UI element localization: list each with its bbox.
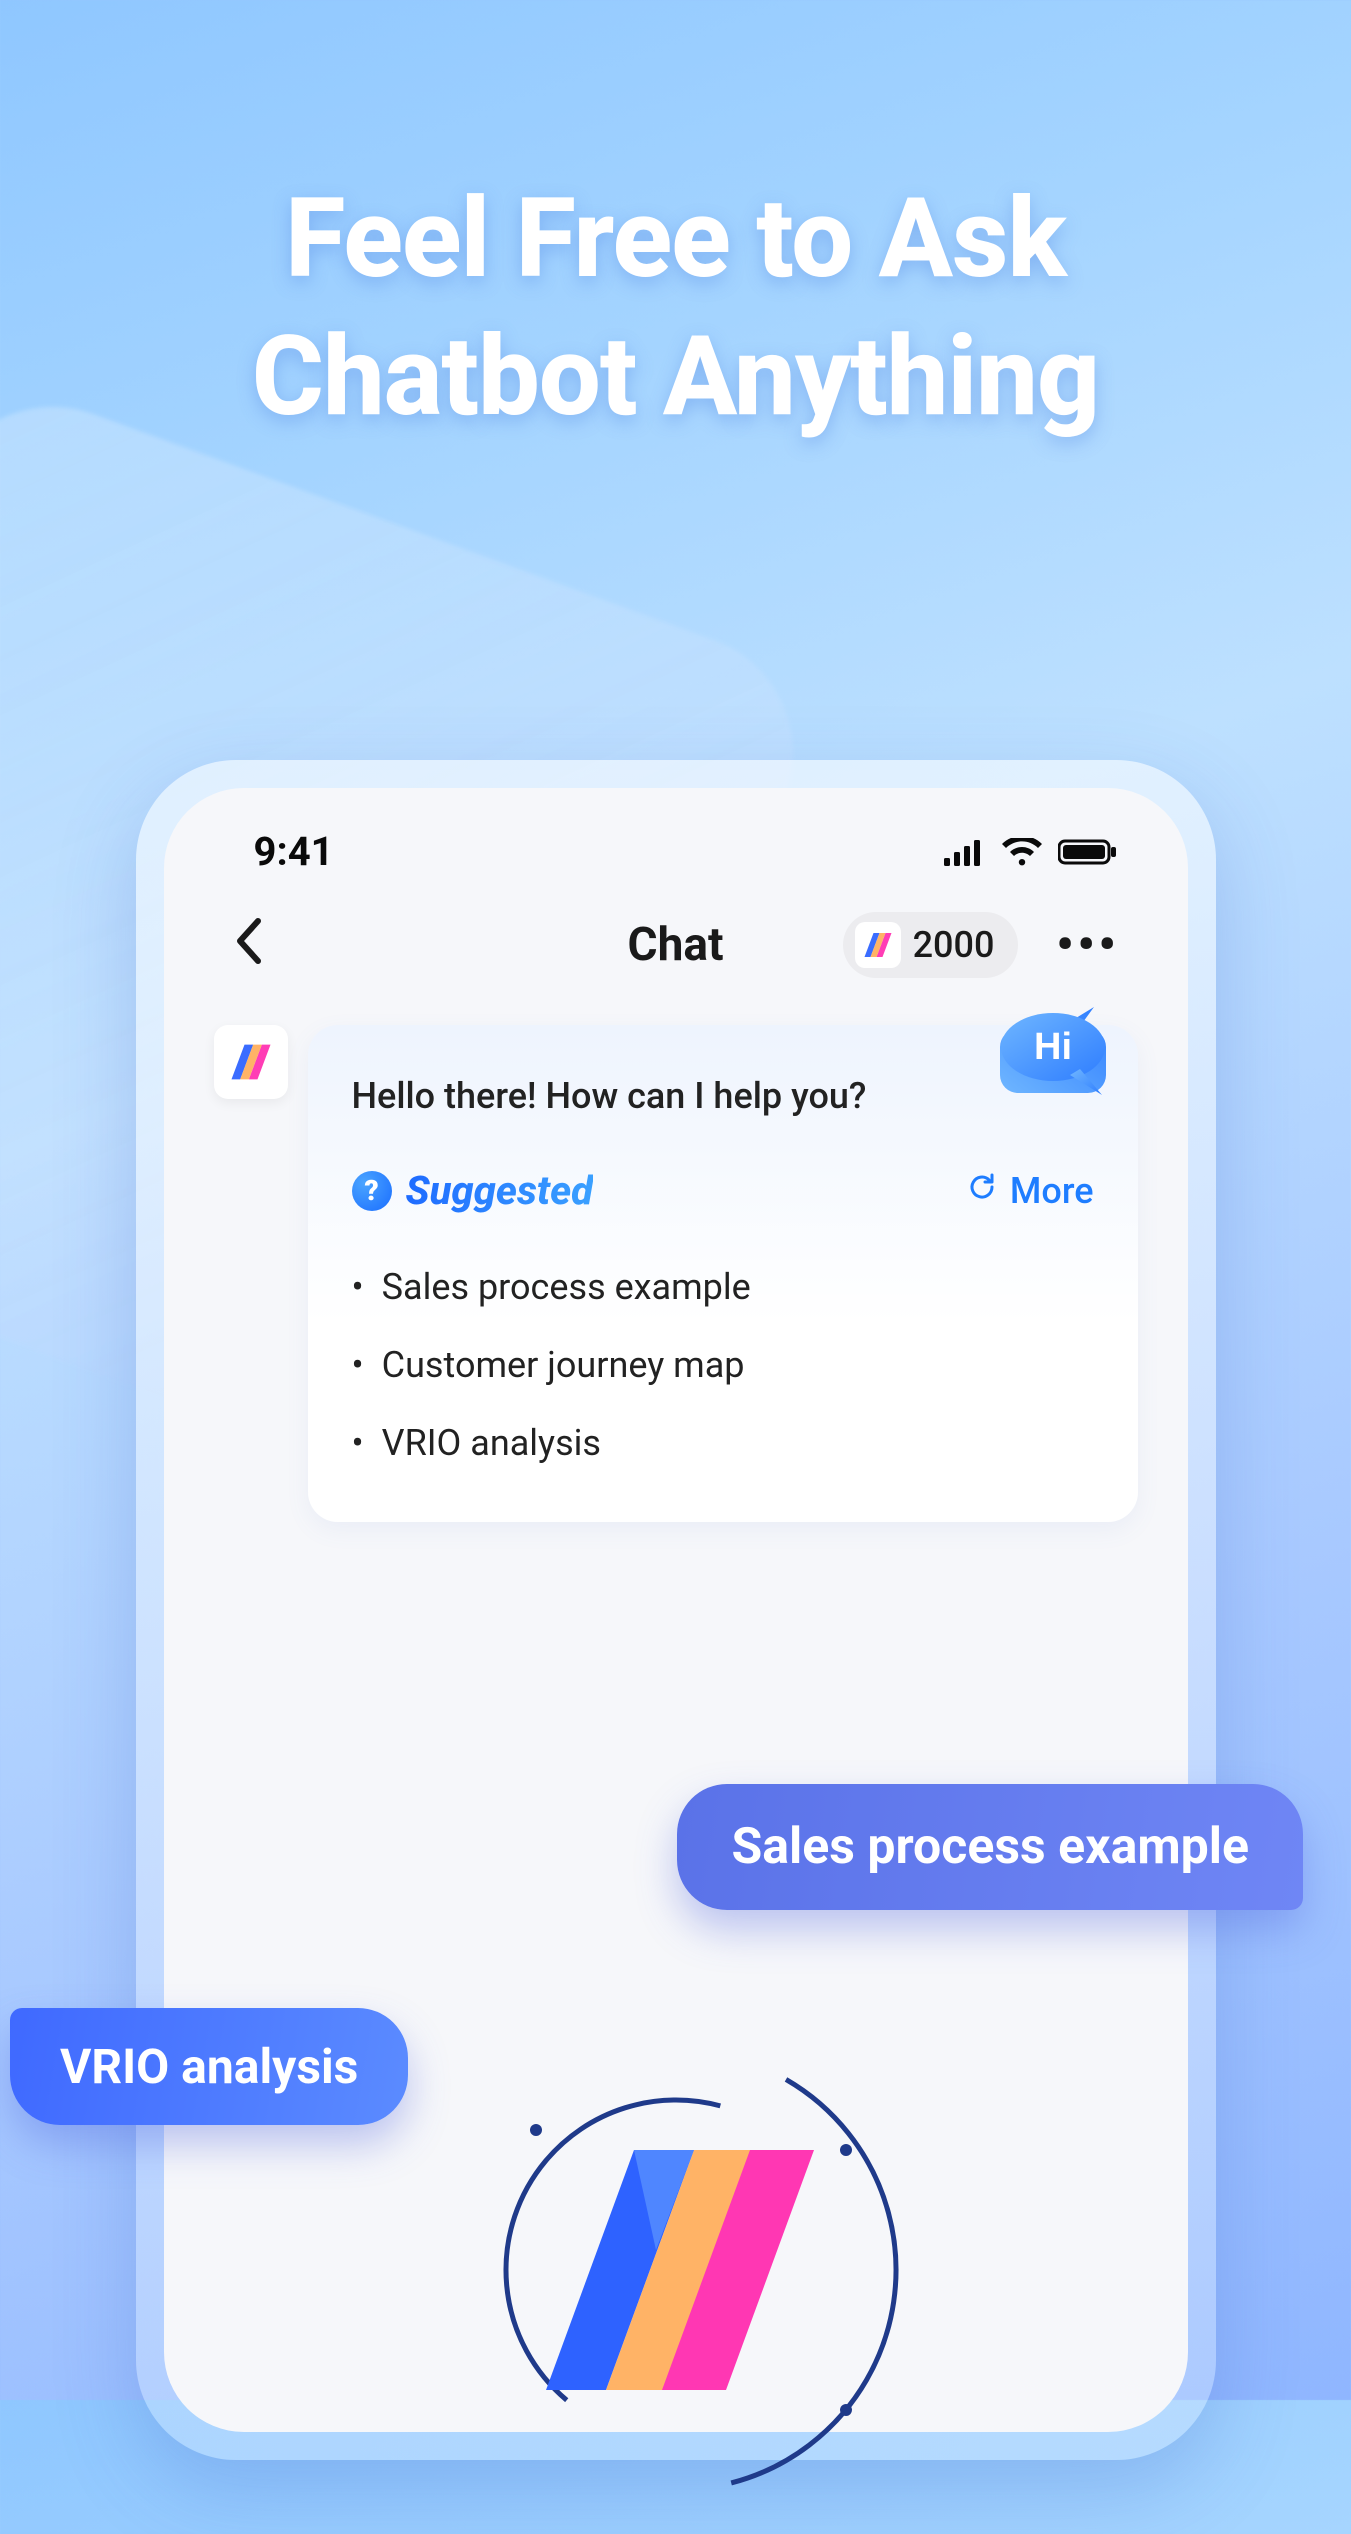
back-button[interactable] <box>214 905 282 985</box>
greeting-text: Hello there! How can I help you? <box>352 1075 1094 1117</box>
battery-icon <box>1058 838 1118 866</box>
headline-line-1: Feel Free to Ask <box>0 170 1351 308</box>
suggested-title: Suggested <box>406 1167 594 1214</box>
credits-amount: 2000 <box>913 924 995 966</box>
bot-welcome-card: Hi Hello there! How can I help you? ? Su… <box>308 1025 1138 1522</box>
page-title: Chat <box>627 918 723 972</box>
hi-bubble: Hi <box>998 1007 1108 1097</box>
more-label: More <box>1010 1170 1094 1212</box>
suggestions-list: Sales process example Customer journey m… <box>352 1248 1094 1482</box>
chat-area: Hi Hello there! How can I help you? ? Su… <box>164 995 1188 1552</box>
suggested-label: ? Suggested <box>352 1167 594 1214</box>
question-icon: ? <box>352 1171 392 1211</box>
refresh-icon <box>966 1170 998 1212</box>
credits-pill[interactable]: 2000 <box>843 912 1019 978</box>
wifi-icon <box>1002 838 1042 866</box>
suggestion-item[interactable]: Sales process example <box>352 1248 1094 1326</box>
example-chip-vrio: VRIO analysis <box>10 2008 408 2125</box>
suggested-header: ? Suggested More <box>352 1167 1094 1214</box>
status-time: 9:41 <box>254 828 334 875</box>
status-indicators <box>944 838 1118 866</box>
suggestion-item[interactable]: VRIO analysis <box>352 1404 1094 1482</box>
app-logo-icon <box>855 922 901 968</box>
nav-bar: Chat 2000 ••• <box>164 885 1188 995</box>
more-suggestions-button[interactable]: More <box>966 1170 1094 1212</box>
app-logo-large <box>416 2010 936 2530</box>
cellular-icon <box>944 838 986 866</box>
bot-avatar <box>214 1025 288 1099</box>
more-menu-button[interactable]: ••• <box>1048 918 1127 972</box>
suggestion-item[interactable]: Customer journey map <box>352 1326 1094 1404</box>
example-chip-sales: Sales process example <box>677 1784 1303 1910</box>
status-bar: 9:41 <box>164 788 1188 885</box>
svg-text:Hi: Hi <box>1034 1026 1072 1068</box>
headline-line-2: Chatbot Anything <box>0 308 1351 446</box>
promo-headline: Feel Free to Ask Chatbot Anything <box>0 170 1351 445</box>
bot-message-row: Hi Hello there! How can I help you? ? Su… <box>214 1025 1138 1522</box>
